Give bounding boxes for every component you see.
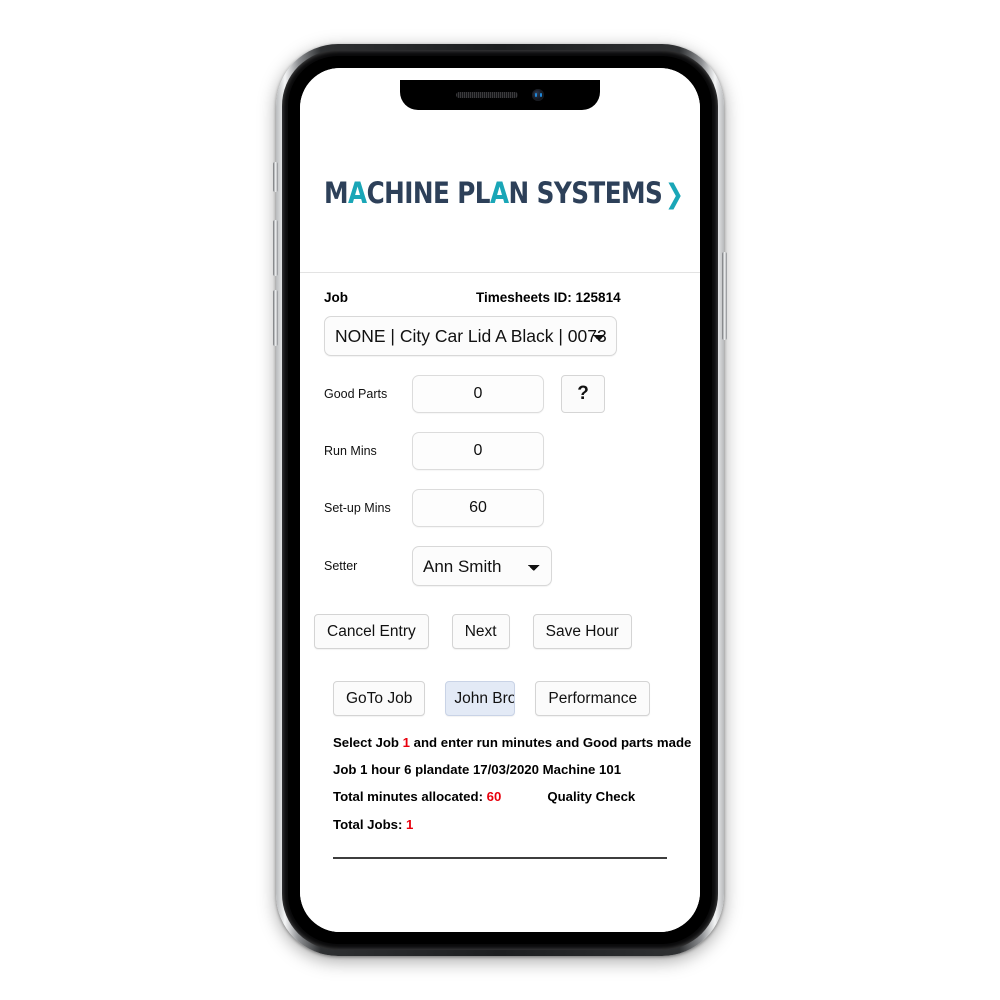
logo-chevron-icon: ❯: [665, 179, 684, 210]
good-parts-input[interactable]: [412, 375, 544, 413]
header-divider: [300, 272, 700, 273]
help-button[interactable]: ?: [561, 375, 605, 413]
setup-mins-input[interactable]: [412, 489, 544, 527]
total-minutes-value: 60: [486, 789, 502, 805]
good-parts-row: Good Parts ?: [324, 375, 676, 413]
performance-button[interactable]: Performance: [535, 681, 651, 716]
setup-mins-label: Set-up Mins: [324, 501, 391, 515]
job-select[interactable]: NONE | City Car Lid A Black | 007388: [324, 316, 617, 356]
run-mins-input[interactable]: [412, 432, 544, 470]
job-label: Job: [324, 290, 349, 305]
next-button[interactable]: Next: [451, 614, 510, 649]
setup-mins-row: Set-up Mins: [324, 489, 676, 527]
save-hour-button[interactable]: Save Hour: [532, 614, 632, 649]
app-content: Job Timesheets ID: 125814 NONE | City Ca…: [300, 290, 700, 859]
good-parts-label: Good Parts: [324, 387, 388, 401]
status-line-job-details: Job 1 hour 6 plandate 17/03/2020 Machine…: [333, 762, 622, 778]
setter-label: Setter: [324, 559, 358, 573]
status-line-select-job: Select Job 1 and enter run minutes and G…: [333, 735, 691, 750]
job-header-row: Job Timesheets ID: 125814: [324, 290, 676, 305]
setter-select[interactable]: Ann Smith: [412, 546, 552, 586]
status-line-total-jobs: Total Jobs: 1: [333, 818, 676, 831]
volume-up-button[interactable]: [273, 220, 278, 276]
volume-down-button[interactable]: [273, 290, 278, 346]
status-select-job-number: 1: [402, 735, 410, 750]
status-select-job-suffix: and enter run minutes and Good parts mad…: [409, 735, 692, 750]
total-jobs-value: 1: [406, 816, 414, 832]
earpiece-speaker-icon: [456, 92, 518, 98]
secondary-button-row: GoTo Job John Brown Performance: [333, 681, 676, 716]
phone-notch: [400, 80, 600, 110]
app-viewport: MACHINE PLAN SYSTEMS ❯ Job Timesheets ID:…: [300, 68, 700, 932]
primary-button-row: Cancel Entry Next Save Hour: [314, 614, 676, 649]
quality-check-label: Quality Check: [547, 789, 636, 805]
silent-switch-button[interactable]: [273, 162, 278, 192]
timesheet-id-label: Timesheets ID: 125814: [476, 290, 621, 305]
logo-text-a1: A: [348, 176, 367, 210]
logo-text-a2: A: [489, 176, 509, 210]
setter-row: Setter Ann Smith: [324, 546, 676, 586]
brand-logo: MACHINE PLAN SYSTEMS ❯: [324, 176, 684, 210]
logo-text-part1: M: [324, 176, 349, 210]
status-select-job-prefix: Select Job: [333, 735, 403, 750]
power-button[interactable]: [722, 252, 727, 340]
footer-divider: [333, 856, 667, 859]
goto-job-button[interactable]: GoTo Job: [333, 681, 426, 716]
total-minutes-prefix: Total minutes allocated:: [333, 789, 487, 805]
total-jobs-prefix: Total Jobs:: [333, 816, 407, 832]
current-user-button[interactable]: John Brown: [445, 681, 516, 716]
run-mins-label: Run Mins: [324, 444, 377, 458]
front-camera-icon: [532, 89, 544, 101]
cancel-entry-button[interactable]: Cancel Entry: [314, 614, 429, 649]
logo-text-part2: CHINE PL: [366, 176, 491, 210]
status-line-total-minutes: Total minutes allocated: 60 Quality Check: [333, 790, 676, 803]
status-block: Select Job 1 and enter run minutes and G…: [333, 735, 691, 831]
phone-device-frame: MACHINE PLAN SYSTEMS ❯ Job Timesheets ID:…: [273, 44, 727, 956]
phone-screen: MACHINE PLAN SYSTEMS ❯ Job Timesheets ID:…: [300, 68, 700, 932]
run-mins-row: Run Mins: [324, 432, 676, 470]
logo-text-part3: N SYSTEMS: [508, 176, 663, 210]
